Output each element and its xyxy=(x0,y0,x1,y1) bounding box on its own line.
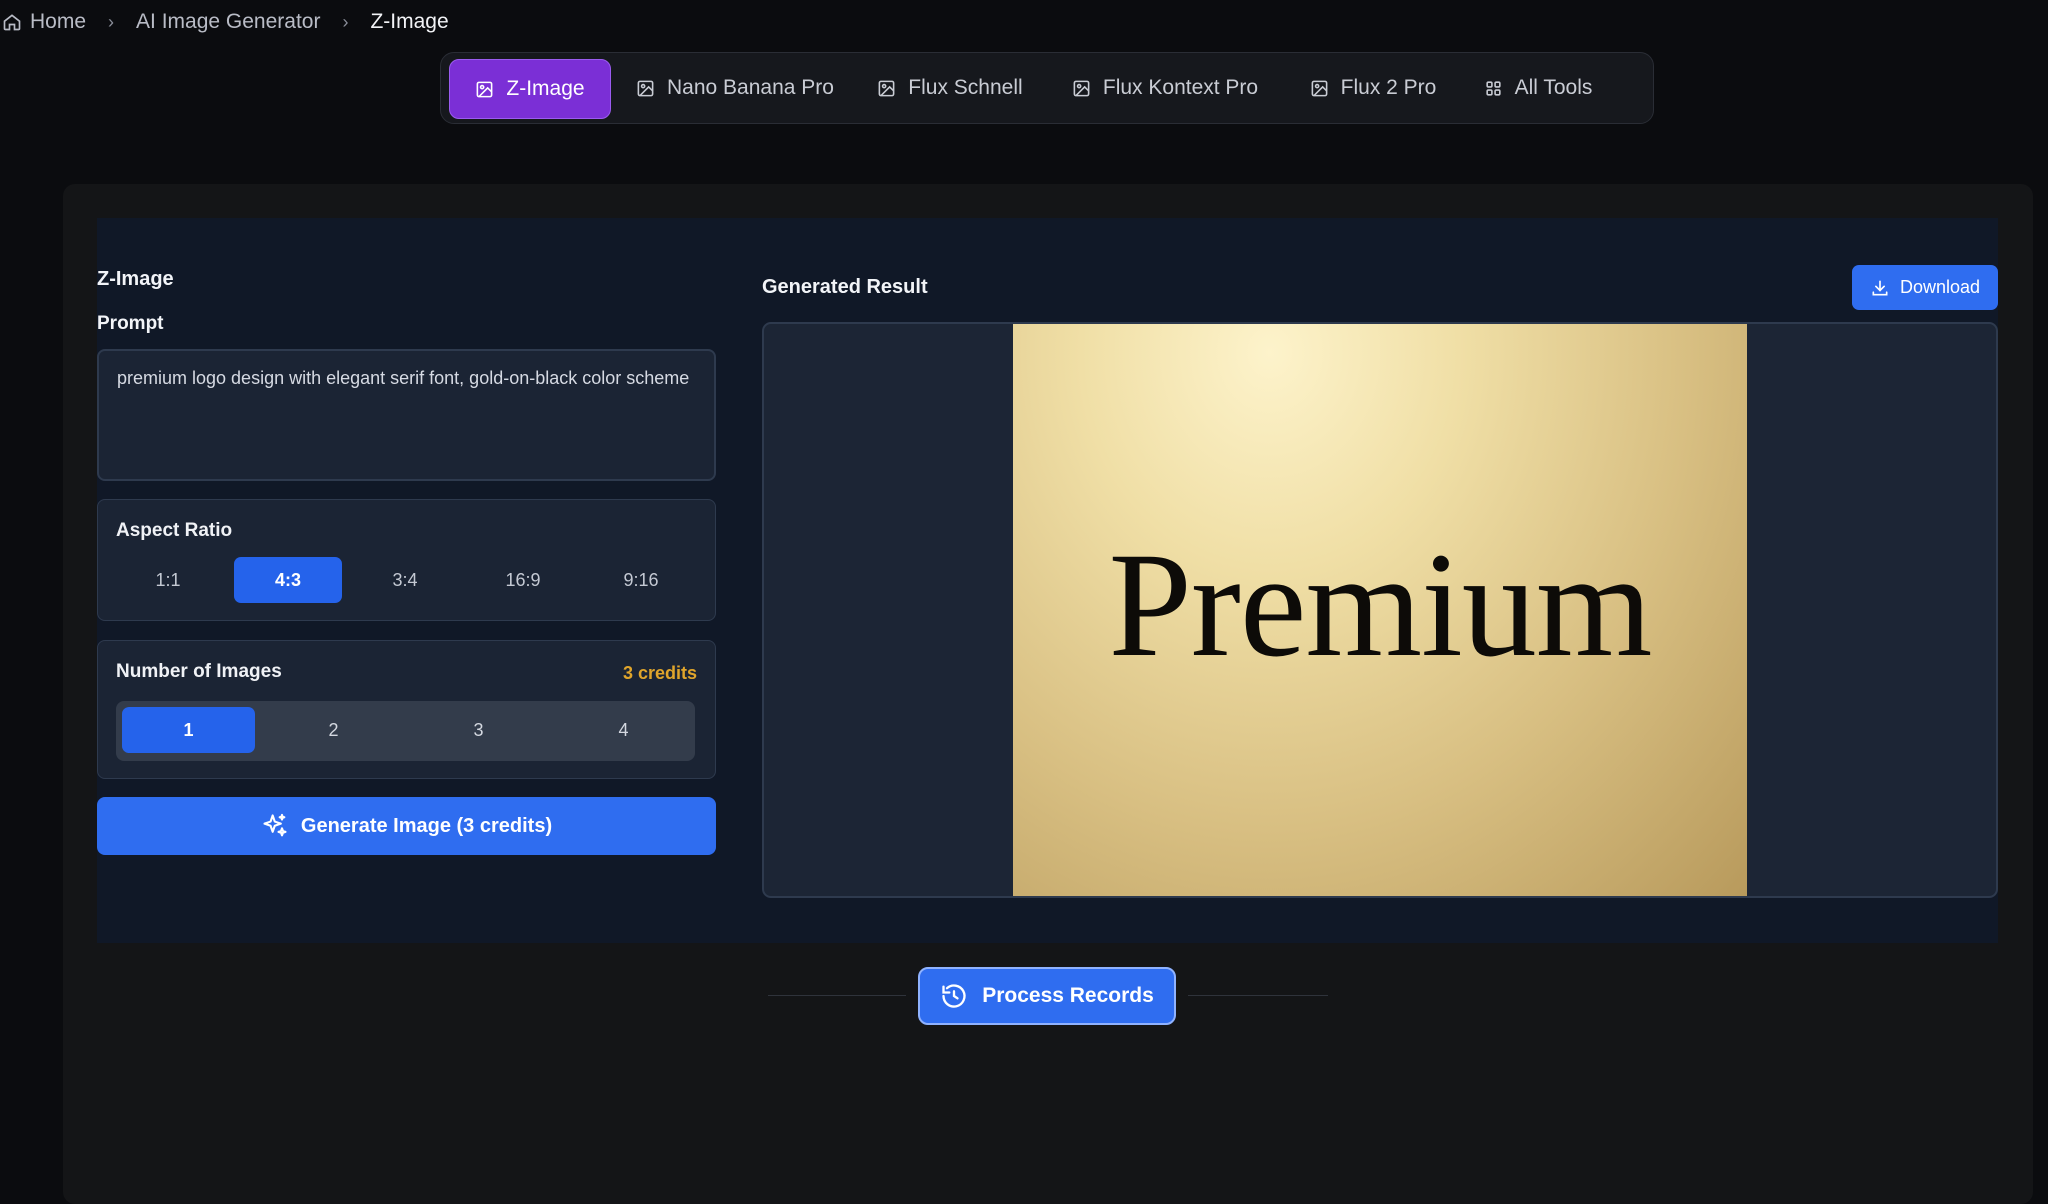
num-images-option[interactable]: 2 xyxy=(267,707,400,753)
image-icon xyxy=(1311,80,1328,96)
num-images-selector: 1 2 3 4 xyxy=(116,701,695,761)
num-images-label: Number of Images xyxy=(116,661,282,682)
aspect-ratio-option[interactable]: 3:4 xyxy=(351,557,459,603)
prompt-input[interactable]: premium logo design with elegant serif f… xyxy=(97,349,716,481)
image-icon xyxy=(878,80,895,96)
num-images-card: Number of Images 3 credits 1 2 3 4 xyxy=(97,640,716,779)
tab-all-tools[interactable]: All Tools xyxy=(1463,59,1613,117)
generated-image-text: Premium xyxy=(1108,522,1653,688)
sparkles-icon xyxy=(263,813,287,837)
aspect-ratio-option[interactable]: 1:1 xyxy=(114,557,222,603)
download-icon xyxy=(1872,280,1888,295)
breadcrumb-current: Z-Image xyxy=(370,10,449,33)
tab-nano-banana-pro[interactable]: Nano Banana Pro xyxy=(625,59,845,117)
aspect-ratio-option-selected[interactable]: 4:3 xyxy=(234,557,342,603)
aspect-ratio-option[interactable]: 16:9 xyxy=(469,557,577,603)
breadcrumb-home-label: Home xyxy=(30,10,87,33)
tab-label: Flux 2 Pro xyxy=(1340,76,1437,99)
generated-image[interactable]: Premium xyxy=(1013,324,1747,896)
credits-badge: 3 credits xyxy=(622,663,697,683)
aspect-ratio-option[interactable]: 9:16 xyxy=(587,557,695,603)
aspect-ratio-card: Aspect Ratio 1:1 4:3 3:4 16:9 9:16 xyxy=(97,499,716,621)
history-icon xyxy=(942,984,966,1008)
tab-label: Flux Kontext Pro xyxy=(1102,76,1259,99)
breadcrumb-ai-image-generator[interactable]: AI Image Generator xyxy=(136,10,320,34)
tab-label: Flux Schnell xyxy=(908,76,1023,99)
chevron-right-icon: › xyxy=(342,11,349,32)
tab-label: Nano Banana Pro xyxy=(667,76,834,99)
image-icon xyxy=(476,81,493,97)
prompt-label: Prompt xyxy=(97,313,164,334)
generate-button-label: Generate Image (3 credits) xyxy=(300,814,553,837)
tab-flux-kontext-pro[interactable]: Flux Kontext Pro xyxy=(1055,59,1275,117)
tab-z-image[interactable]: Z-Image xyxy=(449,59,611,119)
divider-right xyxy=(1188,995,1328,996)
tab-label: Z-Image xyxy=(506,77,585,100)
num-images-option[interactable]: 4 xyxy=(557,707,690,753)
image-icon xyxy=(1073,80,1090,96)
chevron-right-icon: › xyxy=(108,11,115,32)
num-images-option[interactable]: 3 xyxy=(412,707,545,753)
grid-icon xyxy=(1485,80,1501,96)
result-title: Generated Result xyxy=(762,276,928,298)
process-records-button[interactable]: Process Records xyxy=(918,967,1176,1025)
breadcrumb: Home › AI Image Generator › Z-Image xyxy=(0,8,449,36)
breadcrumb-home[interactable]: Home xyxy=(0,10,86,34)
tab-flux-schnell[interactable]: Flux Schnell xyxy=(865,59,1035,117)
num-images-option-selected[interactable]: 1 xyxy=(122,707,255,753)
download-button[interactable]: Download xyxy=(1852,265,1998,310)
model-tabbar: Z-Image Nano Banana Pro Flux Schnell Flu… xyxy=(440,52,1654,124)
home-icon xyxy=(3,14,21,31)
form-title: Z-Image xyxy=(97,268,174,290)
tab-label: All Tools xyxy=(1514,76,1593,99)
download-label: Download xyxy=(1899,277,1981,297)
image-icon xyxy=(637,80,654,96)
tab-flux-2-pro[interactable]: Flux 2 Pro xyxy=(1293,59,1453,117)
divider-left xyxy=(768,995,906,996)
process-records-label: Process Records xyxy=(982,984,1154,1007)
generate-image-button[interactable]: Generate Image (3 credits) xyxy=(97,797,716,855)
aspect-ratio-label: Aspect Ratio xyxy=(116,520,233,541)
